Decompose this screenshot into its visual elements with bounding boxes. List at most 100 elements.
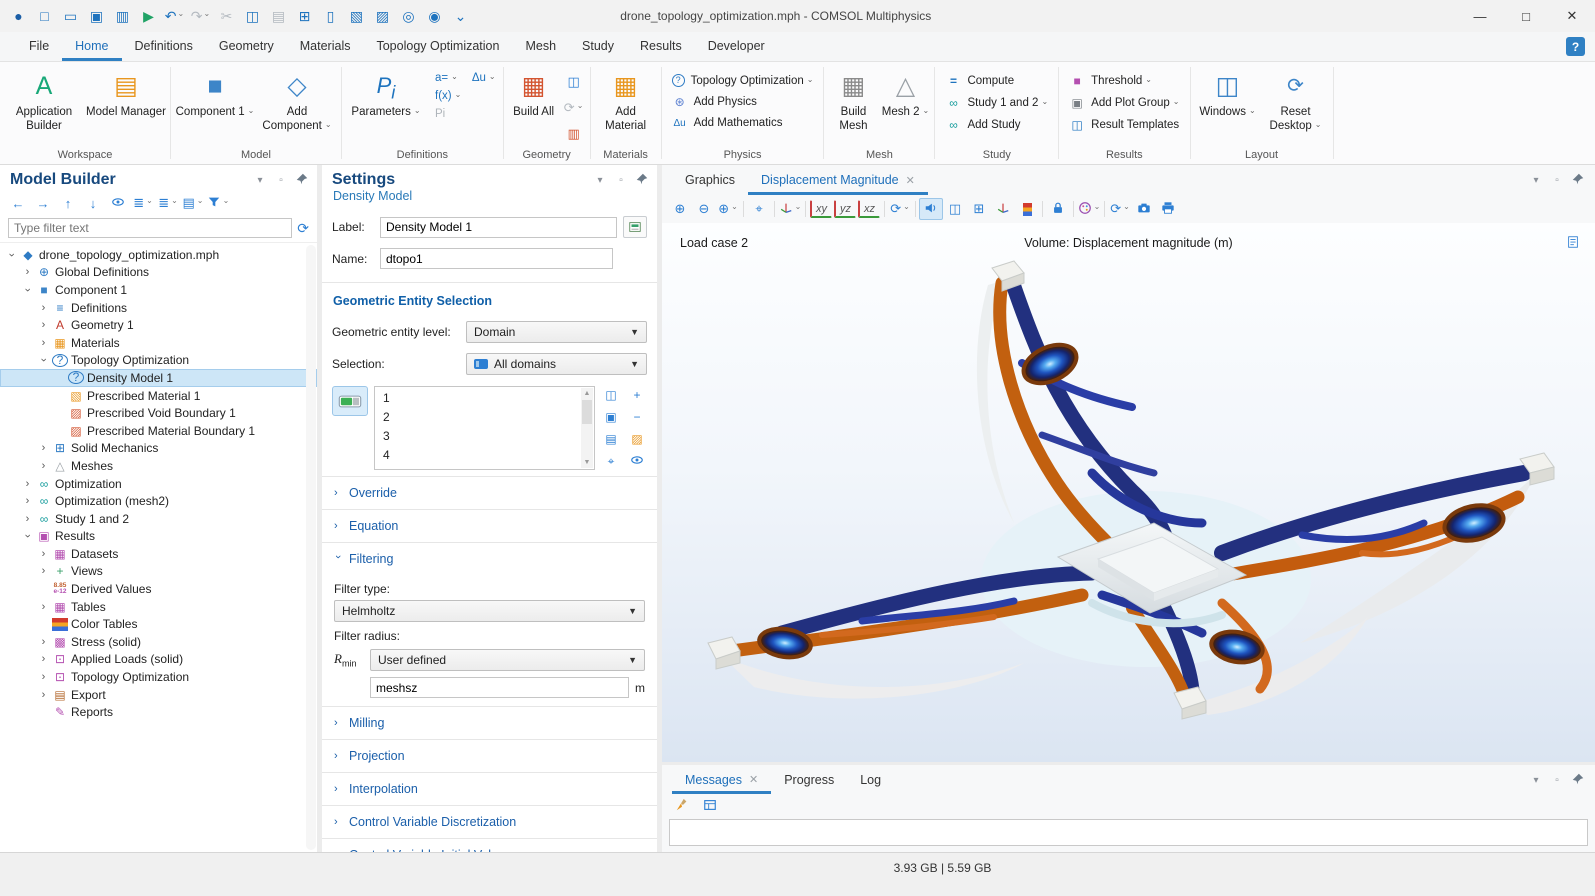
tree-item[interactable]: › ⊞ Solid Mechanics [0,440,317,458]
tab-mesh[interactable]: Mesh [512,32,569,61]
windows-button[interactable]: ◫ Windows [1195,64,1261,119]
delete-icon[interactable]: ▯ [318,4,343,28]
pin-panel-icon[interactable] [295,173,309,187]
settings-section[interactable]: › Equation [322,509,657,542]
tab-messages[interactable]: Messages ✕ [672,765,771,794]
selection-item[interactable]: 4 [383,446,580,465]
study-1-and-2-button[interactable]: ∞ Study 1 and 2 [939,94,1054,112]
build-mesh-button[interactable]: ▦ Build Mesh [828,64,878,134]
go-back-icon[interactable]: ← [6,192,30,214]
redo-icon[interactable]: ↷ [188,4,213,28]
graphics-canvas[interactable]: Load case 2 Volume: Displacement magnitu… [662,223,1595,762]
tree-item[interactable]: › ▣ Results [0,528,317,546]
tree-item[interactable]: › ◆ drone_topology_optimization.mph [0,246,317,264]
float-panel-icon[interactable]: ▫ [614,173,628,187]
component-1-button[interactable]: ■ Component 1 [175,64,255,119]
filter-type-select[interactable]: Helmholtz ▼ [334,600,645,622]
tree-item[interactable]: › △ Meshes [0,457,317,475]
tree-item[interactable]: › ▤ Export [0,686,317,704]
zoom-box-icon[interactable]: ⊕ [716,198,740,220]
pin-panel-icon[interactable] [1571,173,1585,187]
copy-icon[interactable]: ◫ [240,4,265,28]
import-icon[interactable]: ◫ [562,71,586,93]
color-legend-icon[interactable] [1015,198,1039,220]
image-snapshot-icon[interactable] [1132,198,1156,220]
zoom-extents-icon[interactable]: ⌖ [747,198,771,220]
show-grid-icon[interactable]: ⊞ [967,198,991,220]
rotate-view-icon[interactable]: ⟳ [888,198,912,220]
tree-item[interactable]: › ∞ Study 1 and 2 [0,510,317,528]
view-yz-icon[interactable]: yz [834,200,856,218]
tree-item[interactable]: › ∞ Optimization [0,475,317,493]
select-region-icon[interactable]: ▧ [344,4,369,28]
label-field[interactable] [380,217,617,238]
view-xy-icon[interactable]: xy [810,200,832,218]
float-panel-icon[interactable]: ▫ [1550,773,1564,787]
tab-log[interactable]: Log [847,765,894,794]
update-plot-icon[interactable]: ⟳ [1108,198,1132,220]
virtual-operations-icon[interactable]: ▥ [562,123,586,145]
application-builder-button[interactable]: A Application Builder [4,64,84,134]
tab-materials[interactable]: Materials [287,32,364,61]
settings-section[interactable]: › Milling [322,706,657,739]
pin-panel-icon[interactable] [1571,773,1585,787]
functions-button[interactable]: f(x) [432,89,499,103]
tab-geometry[interactable]: Geometry [206,32,287,61]
nonlocal-couplings-button[interactable]: Δu [469,71,499,85]
tree-item[interactable]: › ⊕ Global Definitions [0,264,317,282]
close-tab-icon[interactable]: ✕ [906,174,915,187]
settings-section[interactable]: › Control Variable Initial Value [322,838,657,852]
maximize-button[interactable]: □ [1503,0,1549,32]
tree-item[interactable]: › ✎ Reports [0,703,317,721]
settings-section[interactable]: › Control Variable Discretization [322,805,657,838]
expand-all-icon[interactable]: ≣ [156,192,180,214]
add-material-button[interactable]: ▦ Add Material [595,64,657,134]
build-all-button[interactable]: ▦ Build All [508,64,560,119]
environment-reflections-icon[interactable] [1077,198,1101,220]
mesh-2-button[interactable]: △ Mesh 2 [880,64,930,119]
selection-item[interactable]: 2 [383,408,580,427]
new-file-icon[interactable]: □ [32,4,57,28]
comsol-logo-icon[interactable]: ● [6,4,31,28]
go-to-view-icon[interactable] [778,198,802,220]
tab-developer[interactable]: Developer [695,32,778,61]
go-forward-icon[interactable]: → [31,192,55,214]
help-button[interactable]: ? [1566,37,1585,56]
model-tree-node-text-icon[interactable]: ▤ [181,192,205,214]
pin-panel-icon[interactable] [635,173,649,187]
settings-section[interactable]: › Override [322,476,657,509]
scene-light-icon[interactable]: ◫ [943,198,967,220]
reset-desktop-button[interactable]: ⟳ Reset Desktop [1263,64,1329,134]
minimize-button[interactable]: — [1457,0,1503,32]
selection-item[interactable]: 1 [383,389,580,408]
search-icon[interactable]: ◉ [422,4,447,28]
tree-item[interactable]: › ■ Component 1 [0,281,317,299]
tree-item[interactable]: › ? Topology Optimization [0,352,317,370]
collapse-panel-icon[interactable]: ▾ [1529,773,1543,787]
add-study-button[interactable]: ∞ Add Study [939,116,1054,134]
clear-messages-icon[interactable] [670,796,694,818]
update-geometry-icon[interactable]: ⟳ [562,97,586,119]
topology-optimization-button[interactable]: ? Topology Optimization [666,72,820,89]
filter-tree-icon[interactable] [206,192,230,214]
tree-item[interactable]: › ▧ Prescribed Material 1 [0,387,317,405]
selection-item[interactable]: 3 [383,427,580,446]
clear-region-icon[interactable]: ▨ [370,4,395,28]
view-lock-icon[interactable] [1046,198,1070,220]
duplicate-icon[interactable]: ⊞ [292,4,317,28]
add-to-selection-icon[interactable]: + [627,386,647,404]
paste-icon[interactable]: ▤ [266,4,291,28]
float-panel-icon[interactable]: ▫ [274,173,288,187]
tab-results[interactable]: Results [627,32,695,61]
undo-icon[interactable]: ↶ [162,4,187,28]
listbox-scrollbar[interactable]: ▲▼ [581,388,593,468]
tab-topology-optimization[interactable]: Topology Optimization [363,32,512,61]
tab-home[interactable]: Home [62,32,121,61]
selection-select[interactable]: All domains ▼ [466,353,647,375]
name-field[interactable] [380,248,613,269]
render-label-button[interactable] [623,216,647,238]
tree-filter-input[interactable] [8,218,292,238]
settings-section[interactable]: › Projection [322,739,657,772]
customize-toolbar-icon[interactable]: ⌄ [448,4,473,28]
tab-file[interactable]: File [16,32,62,61]
